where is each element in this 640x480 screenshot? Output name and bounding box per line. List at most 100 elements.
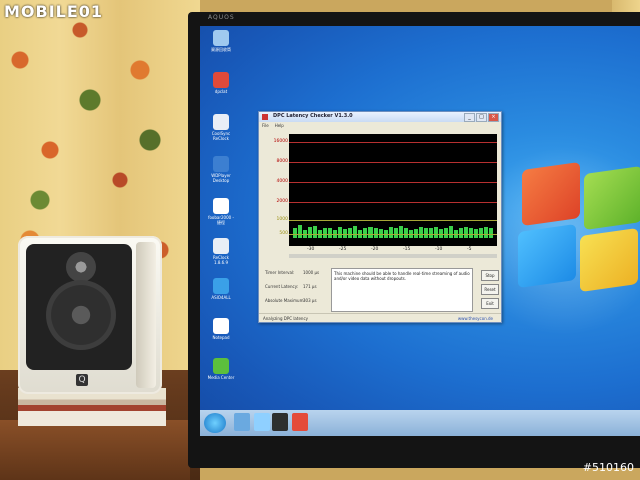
recycle-bin-icon [213, 30, 229, 46]
latency-bar [368, 226, 373, 238]
desktop-icon-label: Media Center [207, 375, 235, 380]
taskbar-explorer-icon[interactable] [234, 413, 250, 431]
text-doc-icon [213, 318, 229, 334]
desktop-icon-label: dpclat [214, 89, 228, 94]
taskbar-dpclat-icon[interactable] [292, 413, 308, 431]
reset-button[interactable]: Reset [481, 284, 499, 295]
stop-button[interactable]: Stop [481, 270, 499, 281]
latency-bar [298, 225, 303, 238]
x-tick-label: -10 [435, 247, 443, 252]
status-message: This machine should be able to handle re… [331, 268, 473, 312]
app-icon [262, 114, 268, 120]
status-text: Analyzing DPC latency [263, 316, 309, 321]
window-title: DPC Latency Checker V1.3.0 [273, 113, 353, 119]
desktop-icon[interactable]: Notepad [206, 318, 236, 348]
post-id: #510160 [582, 461, 634, 474]
desktop-icon-label: foobar2000 - 捷徑 [208, 215, 234, 225]
wdplayer-icon [213, 156, 229, 172]
desktop-icon[interactable]: dpclat [206, 72, 236, 102]
dpclat-icon [213, 72, 229, 88]
desktop-icon[interactable]: ASIO4ALL [206, 278, 236, 308]
x-tick-label: -25 [339, 247, 347, 252]
latency-bar [388, 226, 393, 238]
latency-bar [484, 226, 489, 238]
timer-interval-value: 1000 µs [303, 270, 320, 275]
window-titlebar[interactable]: DPC Latency Checker V1.3.0 _ □ × [259, 112, 501, 122]
speaker-front-panel [26, 244, 132, 370]
latency-bar [373, 227, 378, 238]
x-tick-label: -30 [307, 247, 315, 252]
taskbar-foobar-icon[interactable] [272, 413, 288, 431]
desktop-icon[interactable]: Media Center [206, 358, 236, 388]
speaker-tweeter [66, 252, 96, 282]
foobar-icon [213, 198, 229, 214]
menu-file[interactable]: File [262, 123, 269, 128]
desktop-icon-label: Notepad [212, 335, 230, 340]
latency-bar [464, 226, 469, 238]
y-tick-label: 8000 [276, 159, 288, 164]
desktop-icon-label: WDPlayer Desktop [211, 173, 231, 183]
website-link[interactable]: www.thesycon.de [458, 316, 493, 321]
y-tick-label: 1000 [276, 217, 288, 222]
desktop-icon-label: ASIO4ALL [211, 295, 231, 300]
absolute-maximum-label: Absolute Maximum: [265, 298, 305, 303]
minimize-button[interactable]: _ [464, 113, 475, 122]
graph-scrollbar[interactable] [289, 254, 497, 258]
threshold-line [289, 220, 497, 221]
y-tick-label: 4000 [276, 179, 288, 184]
taskbar-media-icon[interactable] [254, 413, 270, 431]
desktop-icon-label: 資源回收筒 [211, 47, 231, 52]
desktop-icon[interactable]: ReClock 1.8.6.9 [206, 238, 236, 268]
monitor-brand: AQUOS [208, 14, 235, 21]
x-tick-label: -20 [371, 247, 379, 252]
timer-interval-label: Timer Interval: [265, 270, 295, 275]
latency-bar [459, 227, 464, 238]
latency-bar [313, 226, 318, 238]
latency-bar [418, 226, 423, 238]
latency-bar [479, 227, 484, 238]
desktop-icon-label: ReClock 1.8.6.9 [213, 255, 229, 265]
current-latency-label: Current Latency: [265, 284, 299, 289]
photo-scene: Q AQUOS 資源回收筒 dpclat CoolSync ReClock WDPla… [0, 0, 640, 480]
absolute-maximum-value: 303 µs [303, 298, 317, 303]
status-bar: Analyzing DPC latency www.thesycon.de [259, 313, 501, 322]
speaker-woofer [46, 280, 116, 350]
start-button[interactable] [204, 413, 226, 433]
file-icon [213, 238, 229, 254]
plot-area [289, 134, 497, 246]
dpc-latency-window[interactable]: DPC Latency Checker V1.3.0 _ □ × File He… [258, 111, 502, 323]
taskbar [200, 410, 640, 436]
desktop-icon[interactable]: CoolSync ReClock [206, 114, 236, 144]
desktop-icon[interactable]: WDPlayer Desktop [206, 156, 236, 186]
bookshelf-speaker: Q [18, 236, 162, 394]
y-tick-label: 16000 [273, 139, 288, 144]
menu-bar: File Help [259, 122, 501, 129]
latency-graph: 16000 8000 4000 2000 1000 500 -30 -25 -20 -15 -10… [263, 132, 499, 264]
desktop-icon[interactable]: foobar2000 - 捷徑 [206, 198, 236, 228]
x-tick-label: -15 [403, 247, 411, 252]
threshold-line [289, 234, 497, 235]
desktop-icon[interactable]: 資源回收筒 [206, 30, 236, 60]
speaker-side-panel [136, 242, 156, 388]
waveform-icon [213, 278, 229, 294]
close-button[interactable]: × [488, 113, 499, 122]
latency-bar [308, 226, 313, 238]
maximize-button[interactable]: □ [476, 113, 487, 122]
watermark-logo: MOBILE01 [4, 2, 104, 21]
threshold-line [289, 202, 497, 203]
windows-logo-icon [492, 161, 640, 306]
threshold-line [289, 142, 497, 143]
latency-bar [348, 227, 353, 238]
coolsync-icon [213, 114, 229, 130]
exit-button[interactable]: Exit [481, 298, 499, 309]
current-latency-value: 171 µs [303, 284, 317, 289]
speaker-logo-icon: Q [76, 374, 88, 386]
desktop-icon-label: CoolSync ReClock [211, 131, 231, 141]
menu-help[interactable]: Help [275, 123, 284, 128]
x-tick-label: -5 [467, 247, 472, 252]
desktop-icon-column: 資源回收筒 dpclat CoolSync ReClock WDPlayer Desk… [200, 26, 240, 406]
latency-bar [338, 226, 343, 238]
threshold-line [289, 182, 497, 183]
y-tick-label: 500 [279, 231, 288, 236]
y-tick-label: 2000 [276, 199, 288, 204]
